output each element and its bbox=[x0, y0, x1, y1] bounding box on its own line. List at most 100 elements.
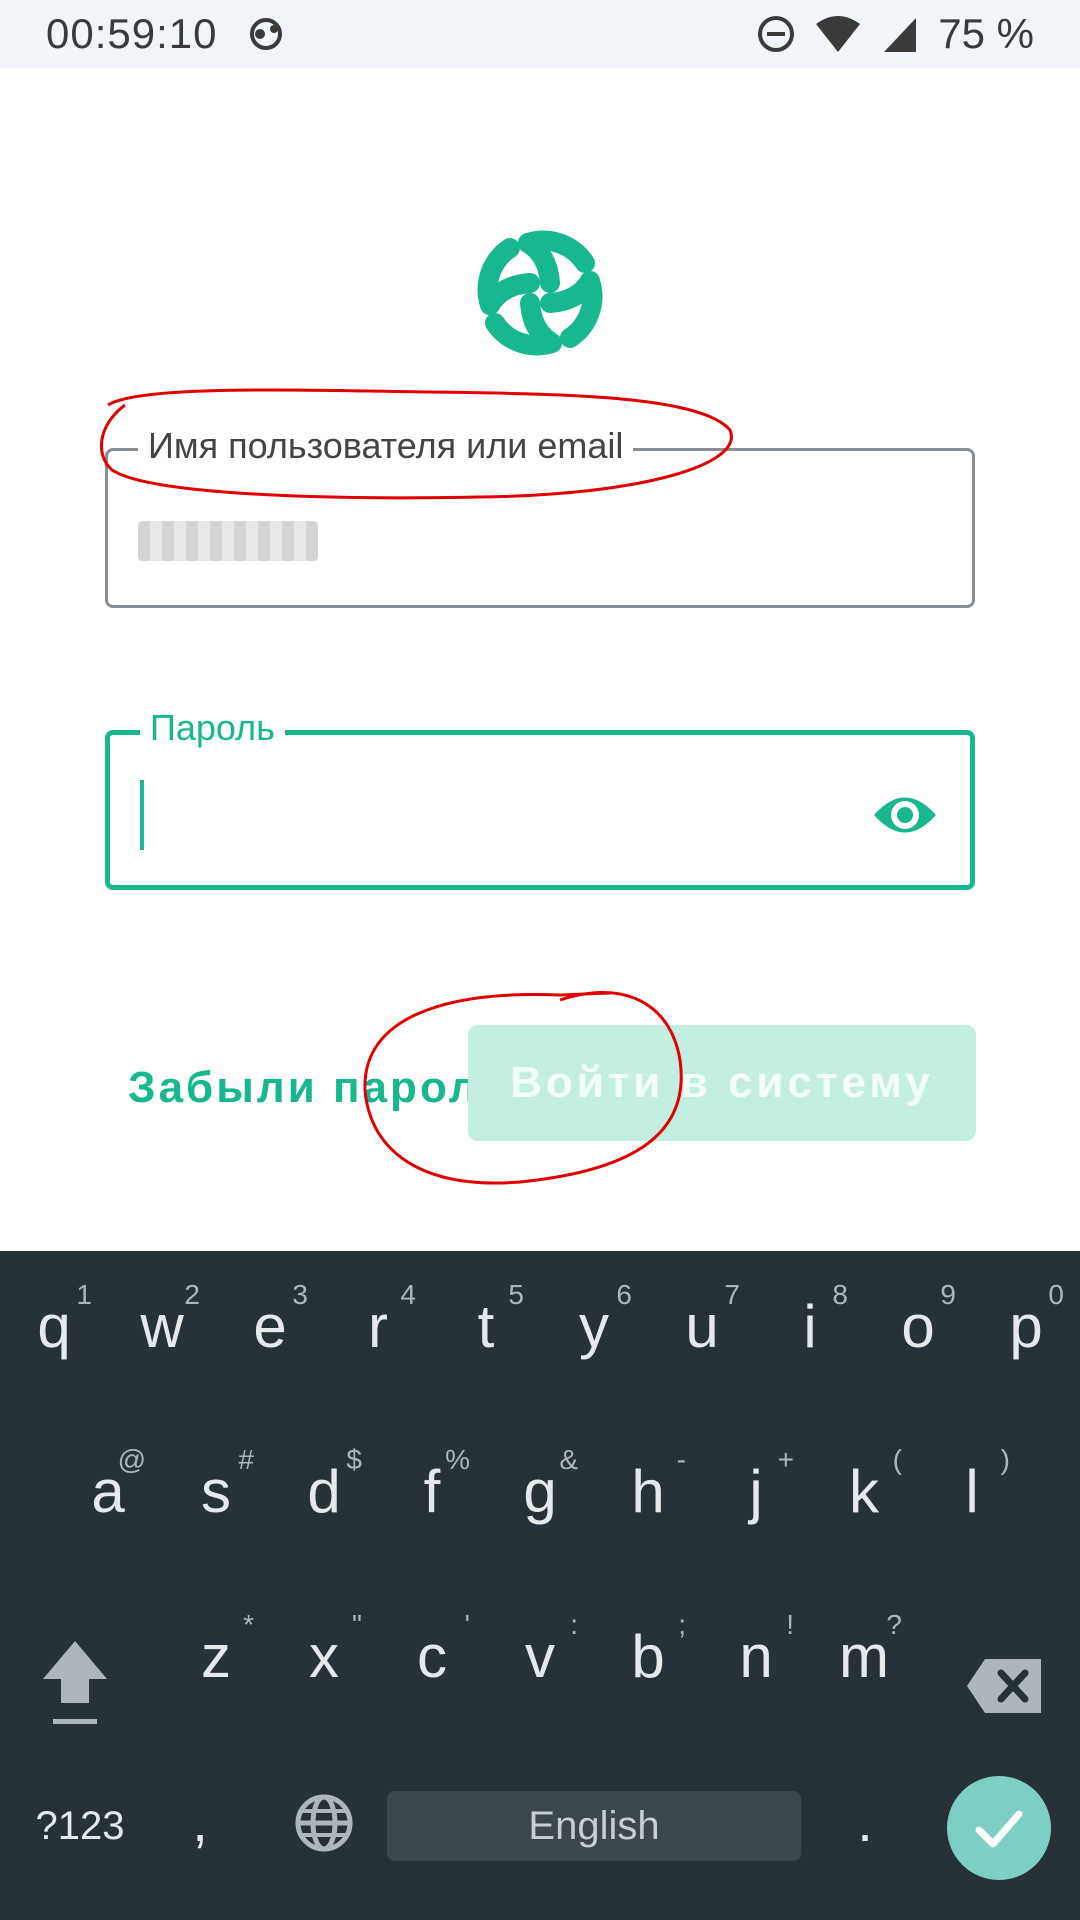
username-label: Имя пользователя или email bbox=[138, 425, 634, 467]
key-hint: ! bbox=[786, 1609, 794, 1640]
key-letter: b bbox=[631, 1622, 665, 1690]
key-x[interactable]: " x bbox=[274, 1601, 374, 1711]
key-letter: l bbox=[965, 1457, 979, 1525]
globe-icon[interactable] bbox=[292, 1791, 356, 1855]
soft-keyboard: 1q2w3e4r5t6y7u8i9o0p @ a # s $ d% f & g - h + j(k) l … bbox=[0, 1251, 1080, 1920]
key-letter: f bbox=[423, 1457, 441, 1525]
status-icons: 75 % bbox=[756, 10, 1034, 58]
key-j[interactable]: + j bbox=[706, 1436, 806, 1546]
key-hint: 4 bbox=[400, 1279, 416, 1310]
key-letter: i bbox=[803, 1292, 817, 1360]
done-key[interactable] bbox=[947, 1776, 1051, 1880]
key-letter: y bbox=[579, 1292, 609, 1360]
key-hint: 3 bbox=[292, 1279, 308, 1310]
key-letter: c bbox=[417, 1622, 447, 1690]
key-hint: * bbox=[243, 1609, 254, 1640]
key-letter: g bbox=[523, 1457, 557, 1525]
key-hint: ; bbox=[678, 1609, 686, 1640]
key-b[interactable]: ; b bbox=[598, 1601, 698, 1711]
app-logo-icon bbox=[477, 230, 603, 356]
key-letter: h bbox=[631, 1457, 665, 1525]
key-hint: @ bbox=[117, 1444, 146, 1475]
key-hint: ' bbox=[464, 1609, 470, 1640]
key-n[interactable]: ! n bbox=[706, 1601, 806, 1711]
key-f[interactable]: % f bbox=[382, 1436, 482, 1546]
key-e[interactable]: 3e bbox=[220, 1271, 320, 1381]
key-hint: - bbox=[676, 1444, 686, 1475]
key-hint: $ bbox=[346, 1444, 362, 1475]
key-m[interactable]: ? m bbox=[814, 1601, 914, 1711]
key-hint: : bbox=[570, 1609, 578, 1640]
key-t[interactable]: 5t bbox=[436, 1271, 536, 1381]
password-field[interactable]: Пароль bbox=[105, 707, 975, 890]
shift-key-icon[interactable] bbox=[35, 1631, 115, 1741]
show-password-eye-icon[interactable] bbox=[870, 780, 940, 850]
key-letter: x bbox=[309, 1622, 339, 1690]
key-r[interactable]: 4r bbox=[328, 1271, 428, 1381]
password-label: Пароль bbox=[140, 707, 285, 749]
key-letter: u bbox=[685, 1292, 719, 1360]
key-g[interactable]: & g bbox=[490, 1436, 590, 1546]
key-hint: 8 bbox=[832, 1279, 848, 1310]
key-hint: ? bbox=[886, 1609, 902, 1640]
key-letter: q bbox=[37, 1292, 71, 1360]
text-caret bbox=[140, 780, 144, 850]
key-hint: " bbox=[352, 1609, 362, 1640]
key-letter: r bbox=[368, 1292, 388, 1360]
key-hint: 5 bbox=[508, 1279, 524, 1310]
key-hint: 2 bbox=[184, 1279, 200, 1310]
battery-level: 75 % bbox=[938, 10, 1034, 57]
key-letter: m bbox=[839, 1622, 889, 1690]
key-z[interactable]: * z bbox=[166, 1601, 266, 1711]
key-letter: t bbox=[477, 1292, 495, 1360]
key-hint: ) bbox=[1000, 1444, 1010, 1475]
sync-icon bbox=[249, 18, 282, 50]
username-value-obscured bbox=[138, 521, 318, 561]
status-bar: 00:59:10 75 % bbox=[0, 0, 1080, 68]
key-w[interactable]: 2w bbox=[112, 1271, 212, 1381]
key-hint: 6 bbox=[616, 1279, 632, 1310]
login-screen: Имя пользователя или email Пароль Забыли… bbox=[0, 68, 1080, 1251]
backspace-key-icon[interactable] bbox=[965, 1651, 1045, 1721]
key-letter: o bbox=[901, 1292, 935, 1360]
key-hint: 0 bbox=[1048, 1279, 1064, 1310]
key-a[interactable]: @ a bbox=[58, 1436, 158, 1546]
comma-key[interactable]: , bbox=[170, 1781, 230, 1861]
symbols-key[interactable]: ?123 bbox=[30, 1791, 130, 1861]
key-s[interactable]: # s bbox=[166, 1436, 266, 1546]
key-letter: n bbox=[739, 1622, 773, 1690]
key-letter: w bbox=[140, 1292, 184, 1360]
key-letter: z bbox=[201, 1622, 231, 1690]
username-field[interactable]: Имя пользователя или email bbox=[105, 425, 975, 608]
key-u[interactable]: 7u bbox=[652, 1271, 752, 1381]
do-not-disturb-icon bbox=[758, 16, 795, 52]
key-d[interactable]: $ d bbox=[274, 1436, 374, 1546]
key-hint: ( bbox=[892, 1444, 902, 1475]
key-l[interactable]: ) l bbox=[922, 1436, 1022, 1546]
key-c[interactable]: ' c bbox=[382, 1601, 482, 1711]
key-letter: e bbox=[253, 1292, 287, 1360]
key-hint: % bbox=[445, 1444, 470, 1475]
key-h[interactable]: -h bbox=[598, 1436, 698, 1546]
key-letter: d bbox=[307, 1457, 341, 1525]
key-letter: v bbox=[525, 1622, 555, 1690]
signal-icon bbox=[884, 18, 917, 52]
key-o[interactable]: 9o bbox=[868, 1271, 968, 1381]
key-letter: p bbox=[1009, 1292, 1043, 1360]
key-letter: k bbox=[849, 1457, 879, 1525]
key-y[interactable]: 6y bbox=[544, 1271, 644, 1381]
status-time: 00:59:10 bbox=[46, 10, 218, 57]
period-key[interactable]: . bbox=[840, 1781, 890, 1861]
login-button[interactable]: Войти в систему bbox=[468, 1025, 976, 1141]
checkmark-icon bbox=[975, 1810, 1023, 1848]
key-letter: s bbox=[201, 1457, 231, 1525]
key-p[interactable]: 0p bbox=[976, 1271, 1076, 1381]
key-hint: + bbox=[777, 1444, 794, 1475]
wifi-icon bbox=[816, 16, 861, 52]
key-v[interactable]: :v bbox=[490, 1601, 590, 1711]
key-q[interactable]: 1q bbox=[4, 1271, 104, 1381]
space-key[interactable]: English bbox=[387, 1791, 801, 1861]
key-k[interactable]: (k bbox=[814, 1436, 914, 1546]
key-hint: 9 bbox=[940, 1279, 956, 1310]
key-i[interactable]: 8i bbox=[760, 1271, 860, 1381]
